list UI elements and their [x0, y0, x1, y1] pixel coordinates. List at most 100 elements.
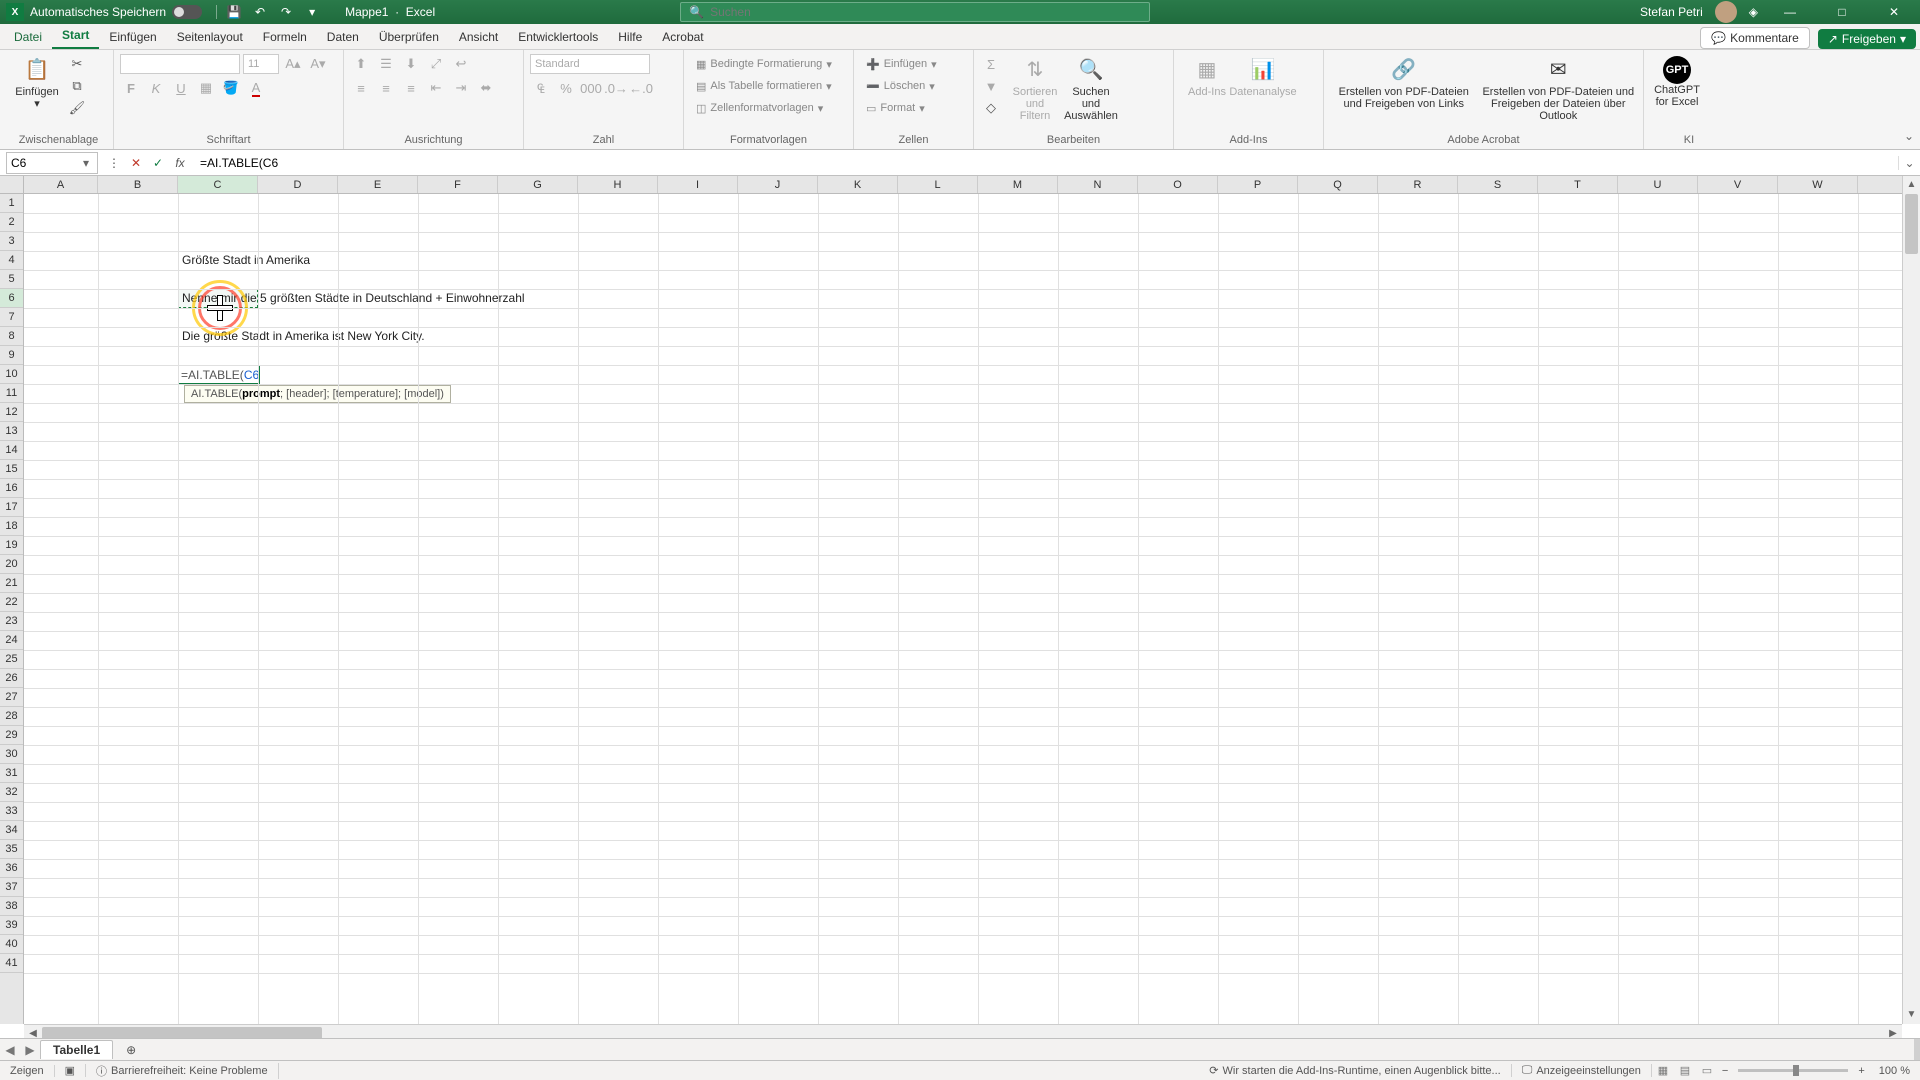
display-settings-button[interactable]: 🖵 Anzeigeeinstellungen	[1512, 1064, 1652, 1077]
row-header-24[interactable]: 24	[0, 631, 23, 650]
sort-filter-button[interactable]: ⇅ Sortieren und Filtern	[1008, 54, 1062, 124]
scroll-up-button[interactable]: ▲	[1903, 176, 1920, 194]
accounting-format-button[interactable]: ₠	[530, 78, 552, 98]
adobe-create-share-button[interactable]: 🔗 Erstellen von PDF-Dateien und Freigebe…	[1330, 54, 1478, 112]
coming-soon-icon[interactable]: ◈	[1749, 5, 1758, 19]
vertical-scrollbar[interactable]: ▲ ▼	[1902, 176, 1920, 1024]
active-edit-cell-c10[interactable]: =AI.TABLE(C6	[178, 365, 260, 384]
row-header-3[interactable]: 3	[0, 232, 23, 251]
decrease-font-button[interactable]: A▾	[307, 54, 329, 74]
align-center-button[interactable]: ≡	[375, 78, 397, 98]
row-header-13[interactable]: 13	[0, 422, 23, 441]
row-header-31[interactable]: 31	[0, 764, 23, 783]
cell-c4[interactable]: Größte Stadt in Amerika	[180, 252, 312, 268]
tab-ansicht[interactable]: Ansicht	[449, 26, 508, 49]
row-header-10[interactable]: 10	[0, 365, 23, 384]
column-header-V[interactable]: V	[1698, 176, 1778, 193]
data-analysis-button[interactable]: 📊 Datenanalyse	[1236, 54, 1290, 100]
row-header-39[interactable]: 39	[0, 916, 23, 935]
increase-font-button[interactable]: A▴	[282, 54, 304, 74]
align-right-button[interactable]: ≡	[400, 78, 422, 98]
row-header-16[interactable]: 16	[0, 479, 23, 498]
cell-c8[interactable]: Die größte Stadt in Amerika ist New York…	[180, 328, 427, 344]
select-all-button[interactable]	[0, 176, 24, 194]
save-icon[interactable]: 💾	[225, 3, 243, 21]
cancel-formula-button[interactable]: ✕	[126, 153, 146, 173]
row-header-23[interactable]: 23	[0, 612, 23, 631]
column-header-F[interactable]: F	[418, 176, 498, 193]
merge-center-button[interactable]: ⬌	[475, 78, 497, 98]
align-left-button[interactable]: ≡	[350, 78, 372, 98]
tab-seitenlayout[interactable]: Seitenlayout	[167, 26, 253, 49]
status-macro[interactable]: ▣	[55, 1064, 86, 1077]
orientation-button[interactable]: ⤢	[425, 54, 447, 74]
row-header-36[interactable]: 36	[0, 859, 23, 878]
column-header-Q[interactable]: Q	[1298, 176, 1378, 193]
sheet-tab-tabelle1[interactable]: Tabelle1	[40, 1040, 113, 1059]
bold-button[interactable]: F	[120, 78, 142, 98]
row-header-22[interactable]: 22	[0, 593, 23, 612]
format-as-table-button[interactable]: ▤Als Tabelle formatieren ▾	[690, 76, 838, 96]
undo-icon[interactable]: ↶	[251, 3, 269, 21]
formula-bar-expand-button[interactable]: ⌄	[1898, 156, 1920, 170]
column-header-U[interactable]: U	[1618, 176, 1698, 193]
column-header-P[interactable]: P	[1218, 176, 1298, 193]
column-header-J[interactable]: J	[738, 176, 818, 193]
underline-button[interactable]: U	[170, 78, 192, 98]
row-header-17[interactable]: 17	[0, 498, 23, 517]
column-header-W[interactable]: W	[1778, 176, 1858, 193]
name-box-input[interactable]	[7, 156, 77, 170]
fill-button[interactable]: ▼	[980, 76, 1002, 96]
name-box[interactable]: ▾	[6, 152, 98, 174]
column-header-M[interactable]: M	[978, 176, 1058, 193]
number-format-combo[interactable]	[530, 54, 650, 74]
italic-button[interactable]: K	[145, 78, 167, 98]
find-select-button[interactable]: 🔍 Suchen und Auswählen	[1064, 54, 1118, 124]
tab-einfuegen[interactable]: Einfügen	[99, 26, 166, 49]
view-page-layout-button[interactable]: ▤	[1674, 1062, 1696, 1080]
vertical-scroll-thumb[interactable]	[1905, 194, 1918, 254]
row-header-37[interactable]: 37	[0, 878, 23, 897]
conditional-formatting-button[interactable]: ▦Bedingte Formatierung ▾	[690, 54, 838, 74]
search-input[interactable]	[710, 5, 1141, 19]
tab-daten[interactable]: Daten	[317, 26, 369, 49]
row-header-6[interactable]: 6	[0, 289, 23, 308]
increase-indent-button[interactable]: ⇥	[450, 78, 472, 98]
row-header-11[interactable]: 11	[0, 384, 23, 403]
row-header-40[interactable]: 40	[0, 935, 23, 954]
borders-button[interactable]: ▦	[195, 78, 217, 98]
redo-icon[interactable]: ↷	[277, 3, 295, 21]
row-header-4[interactable]: 4	[0, 251, 23, 270]
user-avatar[interactable]	[1715, 1, 1737, 23]
autosave-toggle[interactable]	[172, 5, 202, 19]
increase-decimal-button[interactable]: .0→	[605, 78, 627, 98]
column-header-C[interactable]: C	[178, 176, 258, 193]
column-header-T[interactable]: T	[1538, 176, 1618, 193]
autosum-button[interactable]: Σ	[980, 54, 1002, 74]
tab-entwicklertools[interactable]: Entwicklertools	[508, 26, 608, 49]
tab-hilfe[interactable]: Hilfe	[608, 26, 652, 49]
row-header-8[interactable]: 8	[0, 327, 23, 346]
column-header-D[interactable]: D	[258, 176, 338, 193]
column-header-B[interactable]: B	[98, 176, 178, 193]
tab-ueberpruefen[interactable]: Überprüfen	[369, 26, 449, 49]
format-cells-button[interactable]: ▭Format ▾	[860, 98, 931, 118]
comments-button[interactable]: 💬 Kommentare	[1700, 27, 1810, 49]
zoom-level[interactable]: 100 %	[1869, 1065, 1920, 1077]
fill-color-button[interactable]: 🪣	[220, 78, 242, 98]
search-box[interactable]: 🔍	[680, 2, 1150, 22]
row-header-33[interactable]: 33	[0, 802, 23, 821]
row-header-21[interactable]: 21	[0, 574, 23, 593]
row-header-15[interactable]: 15	[0, 460, 23, 479]
cut-button[interactable]: ✂	[66, 54, 88, 74]
row-header-14[interactable]: 14	[0, 441, 23, 460]
row-header-9[interactable]: 9	[0, 346, 23, 365]
tab-start[interactable]: Start	[52, 24, 99, 49]
decrease-indent-button[interactable]: ⇤	[425, 78, 447, 98]
comma-format-button[interactable]: 000	[580, 78, 602, 98]
clear-button[interactable]: ◇	[980, 98, 1002, 118]
align-top-button[interactable]: ⬆	[350, 54, 372, 74]
column-header-N[interactable]: N	[1058, 176, 1138, 193]
maximize-button[interactable]: □	[1822, 0, 1862, 24]
row-header-7[interactable]: 7	[0, 308, 23, 327]
